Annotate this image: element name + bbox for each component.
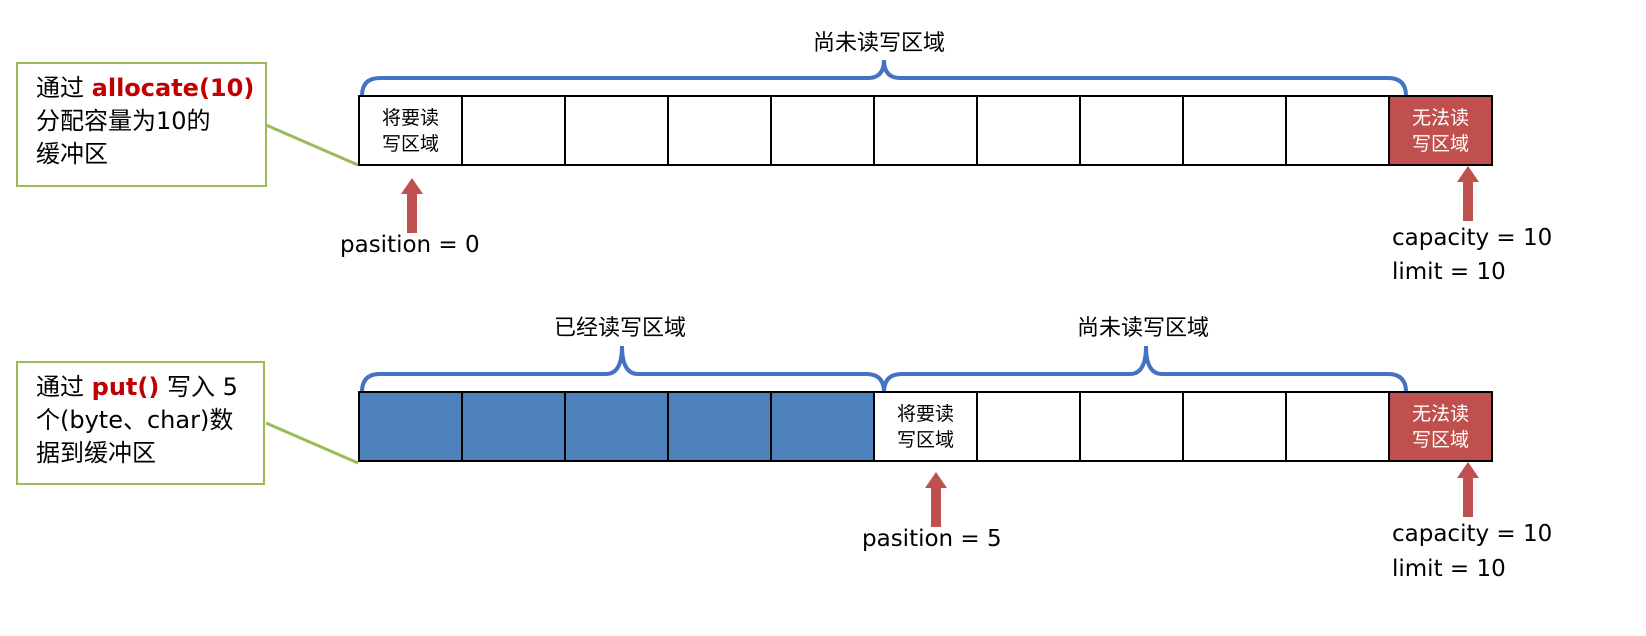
callout-text: 通过 [36,74,92,102]
position-label-1: pasition = 0 [340,232,480,258]
callout-text-line2: 分配容量为10的 [36,107,211,135]
position-arrow-2 [925,472,947,527]
buffer-cell-written [358,391,463,462]
capacity-label-2: capacity = 10 [1392,521,1553,547]
buffer-cell-written [667,391,772,462]
capacity-arrow-1 [1457,166,1479,221]
callout-text-line3: 据到缓冲区 [36,439,156,467]
buffer-cell-empty [873,95,978,166]
brace-label-read-2: 已经读写区域 [554,316,687,341]
callout-text-line2: 个(byte、char)数 [36,406,234,434]
callout-highlight: put() [91,373,160,401]
buffer-cell-empty [1285,391,1390,462]
limit-label-1: limit = 10 [1392,259,1506,285]
brace-unread-1 [360,59,1408,97]
callout-text-line3: 缓冲区 [36,140,108,168]
buffer-cell-empty [770,95,875,166]
brace-unread-2 [882,345,1408,393]
callout-connector-1 [265,123,359,167]
buffer-cell-empty [461,95,566,166]
callout-allocate: 通过 allocate(10) 分配容量为10的 缓冲区 [16,62,267,187]
buffer-cell-empty [1285,95,1390,166]
buffer-cell-written [564,391,669,462]
buffer-cell-empty [1182,95,1287,166]
buffer-cell-next: 将要读 写区域 [873,391,978,462]
buffer-cell-unusable: 无法读 写区域 [1388,391,1493,462]
buffer-cell-empty [564,95,669,166]
buffer-cell-empty [1182,391,1287,462]
position-arrow-1 [401,178,423,233]
buffer-cell-unusable: 无法读 写区域 [1388,95,1493,166]
brace-label-unread-1: 尚未读写区域 [813,31,946,56]
buffer-cell-empty [976,391,1081,462]
capacity-label-1: capacity = 10 [1392,225,1553,251]
brace-label-unread-2: 尚未读写区域 [1077,316,1210,341]
callout-connector-2 [265,421,359,465]
capacity-arrow-2 [1457,462,1479,517]
buffer-cell-next: 将要读 写区域 [358,95,463,166]
buffer-cell-empty [976,95,1081,166]
buffer-cell-empty [1079,391,1184,462]
buffer-cell-empty [667,95,772,166]
callout-put: 通过 put() 写入 5 个(byte、char)数 据到缓冲区 [16,361,265,485]
buffer-cell-written [770,391,875,462]
callout-text: 通过 [36,373,92,401]
position-label-2: pasition = 5 [862,526,1002,552]
buffer-cell-written [461,391,566,462]
buffer-row-1: 将要读 写区域 无法读 写区域 [358,95,1493,166]
brace-read-2 [360,345,886,393]
callout-text-post: 写入 5 [159,373,238,401]
callout-highlight: allocate(10) [91,74,255,102]
limit-label-2: limit = 10 [1392,556,1506,582]
buffer-row-2: 将要读 写区域 无法读 写区域 [358,391,1493,462]
buffer-cell-empty [1079,95,1184,166]
